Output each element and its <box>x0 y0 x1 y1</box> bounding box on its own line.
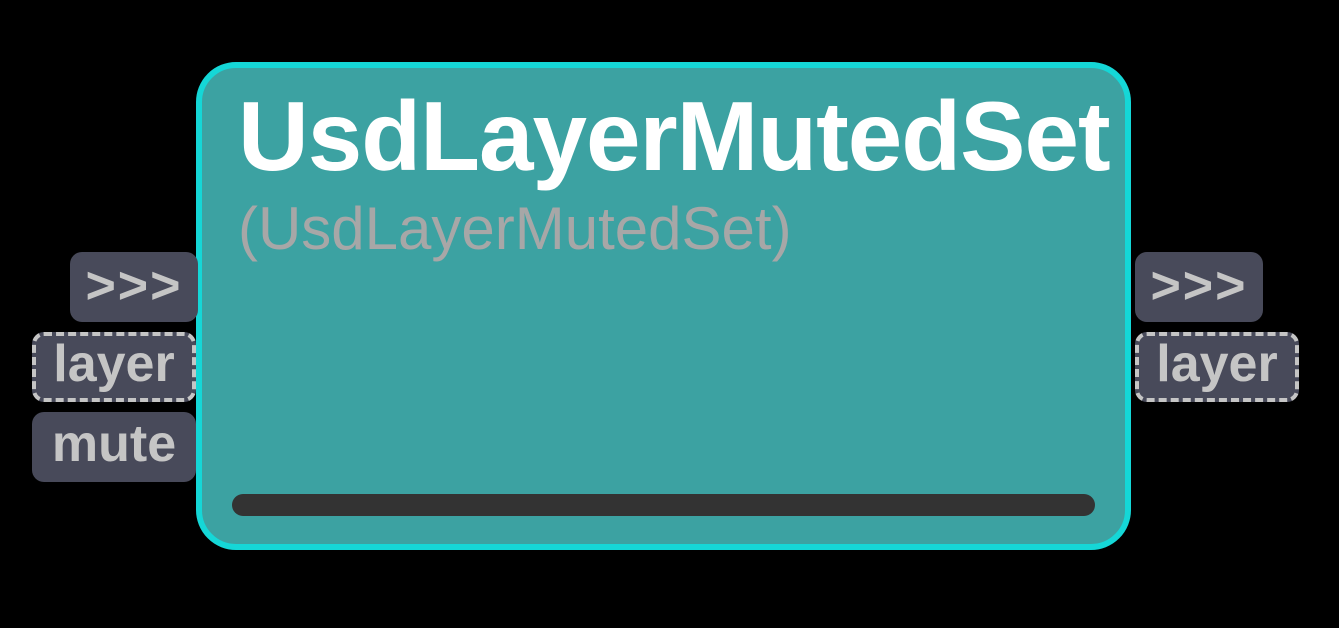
port-input-layer[interactable]: layer <box>32 332 196 402</box>
node-usdlayermutedset[interactable]: UsdLayerMutedSet (UsdLayerMutedSet) <box>196 62 1131 550</box>
node-type-label: (UsdLayerMutedSet) <box>238 194 792 263</box>
node-slider-track[interactable] <box>232 494 1095 516</box>
node-canvas: UsdLayerMutedSet (UsdLayerMutedSet) >>> … <box>0 0 1339 628</box>
port-output-flow[interactable]: >>> <box>1135 252 1263 322</box>
port-input-flow[interactable]: >>> <box>70 252 198 322</box>
node-title: UsdLayerMutedSet <box>238 80 1110 193</box>
port-output-layer[interactable]: layer <box>1135 332 1299 402</box>
port-input-mute[interactable]: mute <box>32 412 196 482</box>
